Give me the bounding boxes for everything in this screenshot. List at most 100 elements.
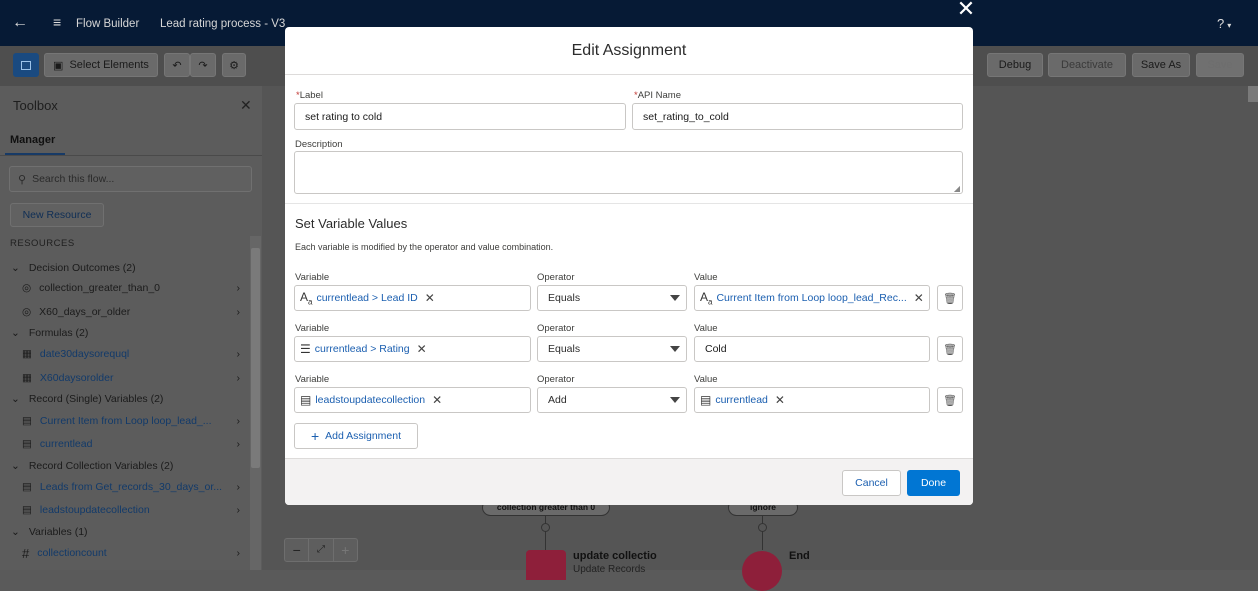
- update-records-node[interactable]: [526, 550, 566, 580]
- chevron-right-icon: ›: [236, 481, 241, 493]
- description-textarea[interactable]: ◢: [294, 151, 963, 194]
- chevron-down-icon: ⌄: [11, 327, 20, 339]
- trash-icon: 🗑: [943, 292, 957, 305]
- end-node-label: End: [789, 550, 810, 562]
- modal-header: Edit Assignment: [285, 27, 973, 75]
- group-record-collection[interactable]: ⌄ Record Collection Variables (2): [0, 455, 250, 477]
- scroll-thumb[interactable]: [251, 248, 260, 468]
- value-pill: ▤ currentlead ✕: [700, 393, 785, 407]
- variable-field[interactable]: ▤ leadstoupdatecollection ✕: [294, 387, 531, 413]
- toggle-toolbox-button[interactable]: [13, 53, 39, 77]
- dropdown-caret-icon: [670, 397, 680, 403]
- variable-caption: Variable: [295, 323, 330, 334]
- search-input[interactable]: ⚲ Search this flow...: [9, 166, 252, 192]
- variable-field[interactable]: Aa currentlead > Lead ID ✕: [294, 285, 531, 311]
- trash-icon: 🗑: [943, 343, 957, 356]
- save-button[interactable]: Save: [1196, 53, 1244, 77]
- undo-button[interactable]: ↶: [164, 53, 190, 77]
- back-arrow-icon[interactable]: ←: [12, 14, 28, 32]
- redo-button[interactable]: ↷: [190, 53, 216, 77]
- delete-row-button[interactable]: 🗑: [937, 336, 963, 362]
- group-decision-outcomes[interactable]: ⌄ Decision Outcomes (2): [0, 257, 250, 279]
- operator-select[interactable]: Add: [537, 387, 687, 413]
- record-collection-icon: ▤: [300, 393, 312, 407]
- label-value: set rating to cold: [305, 110, 383, 123]
- trash-icon: 🗑: [943, 394, 957, 407]
- fit-view-button[interactable]: ⤢: [309, 539, 334, 561]
- chevron-right-icon: ›: [236, 438, 241, 450]
- value-field[interactable]: Aa Current Item from Loop loop_lead_Rec.…: [694, 285, 930, 311]
- resource-label: collectioncount: [37, 547, 107, 559]
- close-icon[interactable]: ✕: [240, 97, 252, 114]
- record-icon: ▤: [700, 393, 712, 407]
- zoom-out-button[interactable]: −: [285, 539, 310, 561]
- done-button[interactable]: Done: [907, 470, 960, 496]
- flow-builder-icon: ≡: [53, 14, 62, 30]
- done-label: Done: [920, 477, 947, 489]
- section-divider: [285, 203, 973, 204]
- section-help: Each variable is modified by the operato…: [295, 242, 554, 252]
- dropdown-caret-icon: [670, 346, 680, 352]
- group-formulas[interactable]: ⌄ Formulas (2): [0, 322, 250, 344]
- tab-manager[interactable]: Manager: [10, 134, 55, 146]
- clear-icon[interactable]: ✕: [914, 291, 924, 305]
- operator-select[interactable]: Equals: [537, 285, 687, 311]
- value-field[interactable]: ▤ currentlead ✕: [694, 387, 930, 413]
- resource-item[interactable]: ▤ Leads from Get_records_30_days_or... ›: [0, 476, 250, 498]
- delete-row-button[interactable]: 🗑: [937, 285, 963, 311]
- clear-icon[interactable]: ✕: [425, 291, 435, 305]
- clear-icon[interactable]: ✕: [775, 393, 785, 407]
- description-caption: Description: [295, 139, 343, 150]
- group-record-single[interactable]: ⌄ Record (Single) Variables (2): [0, 388, 250, 410]
- debug-button[interactable]: Debug: [987, 53, 1043, 77]
- resize-handle-icon[interactable]: ◢: [954, 184, 960, 193]
- api-name-input[interactable]: set_rating_to_cold: [632, 103, 963, 130]
- resource-label: Current Item from Loop loop_lead_...: [39, 415, 212, 427]
- variable-hash-icon: #: [22, 545, 30, 561]
- end-node[interactable]: [742, 551, 782, 591]
- save-as-button[interactable]: Save As: [1132, 53, 1190, 77]
- zoom-in-button[interactable]: +: [334, 539, 357, 561]
- variable-pill: Aa currentlead > Lead ID ✕: [300, 290, 435, 306]
- label-input[interactable]: set rating to cold: [294, 103, 626, 130]
- operator-select[interactable]: Equals: [537, 336, 687, 362]
- save-as-label: Save As: [1140, 59, 1182, 71]
- resource-item[interactable]: # collectioncount ›: [0, 542, 250, 564]
- delete-row-button[interactable]: 🗑: [937, 387, 963, 413]
- select-elements-button[interactable]: ▣ Select Elements: [44, 53, 158, 77]
- resource-item[interactable]: ▦ date30daysorequql ›: [0, 343, 250, 365]
- add-assignment-button[interactable]: + Add Assignment: [294, 423, 418, 449]
- toolbox-panel: Toolbox ✕ Manager ⚲ Search this flow... …: [0, 86, 262, 570]
- resource-item[interactable]: ▤ currentlead ›: [0, 433, 250, 455]
- resource-item[interactable]: ▤ leadstoupdatecollection ›: [0, 499, 250, 521]
- value-field[interactable]: Cold: [694, 336, 930, 362]
- group-variables[interactable]: ⌄ Variables (1): [0, 521, 250, 543]
- group-label: Record (Single) Variables (2): [28, 393, 164, 405]
- settings-button[interactable]: ⚙: [222, 53, 246, 77]
- resource-label: leadstoupdatecollection: [39, 504, 150, 516]
- clear-icon[interactable]: ✕: [417, 342, 427, 356]
- modal-title: Edit Assignment: [571, 42, 687, 59]
- api-name-caption: *API Name: [634, 90, 681, 101]
- resource-item[interactable]: ▤ Current Item from Loop loop_lead_... ›: [0, 410, 250, 432]
- variable-pill: ☰ currentlead > Rating ✕: [300, 342, 427, 356]
- decision-outcome-icon: ◎: [22, 306, 32, 318]
- resource-item[interactable]: ◎ X60_days_or_older ›: [0, 301, 250, 323]
- resource-item[interactable]: ▦ X60daysorolder ›: [0, 367, 250, 389]
- group-label: Formulas (2): [28, 327, 89, 339]
- group-label: Record Collection Variables (2): [28, 460, 174, 472]
- canvas-right-toggle[interactable]: [1248, 86, 1258, 102]
- chevron-down-icon: ▾: [1227, 21, 1232, 30]
- section-title: Set Variable Values: [295, 216, 408, 231]
- undo-icon: ↶: [172, 59, 182, 72]
- api-name-value: set_rating_to_cold: [643, 110, 729, 123]
- deactivate-button[interactable]: Deactivate: [1048, 53, 1126, 77]
- clear-icon[interactable]: ✕: [432, 393, 442, 407]
- variable-field[interactable]: ☰ currentlead > Rating ✕: [294, 336, 531, 362]
- cancel-button[interactable]: Cancel: [842, 470, 901, 496]
- modal-close-icon[interactable]: ✕: [954, 0, 978, 24]
- sidebar-scrollbar[interactable]: [250, 236, 261, 570]
- help-button[interactable]: ? ▾: [1217, 16, 1231, 31]
- resource-item[interactable]: ◎ collection_greater_than_0 ›: [0, 277, 250, 299]
- new-resource-button[interactable]: New Resource: [10, 203, 104, 227]
